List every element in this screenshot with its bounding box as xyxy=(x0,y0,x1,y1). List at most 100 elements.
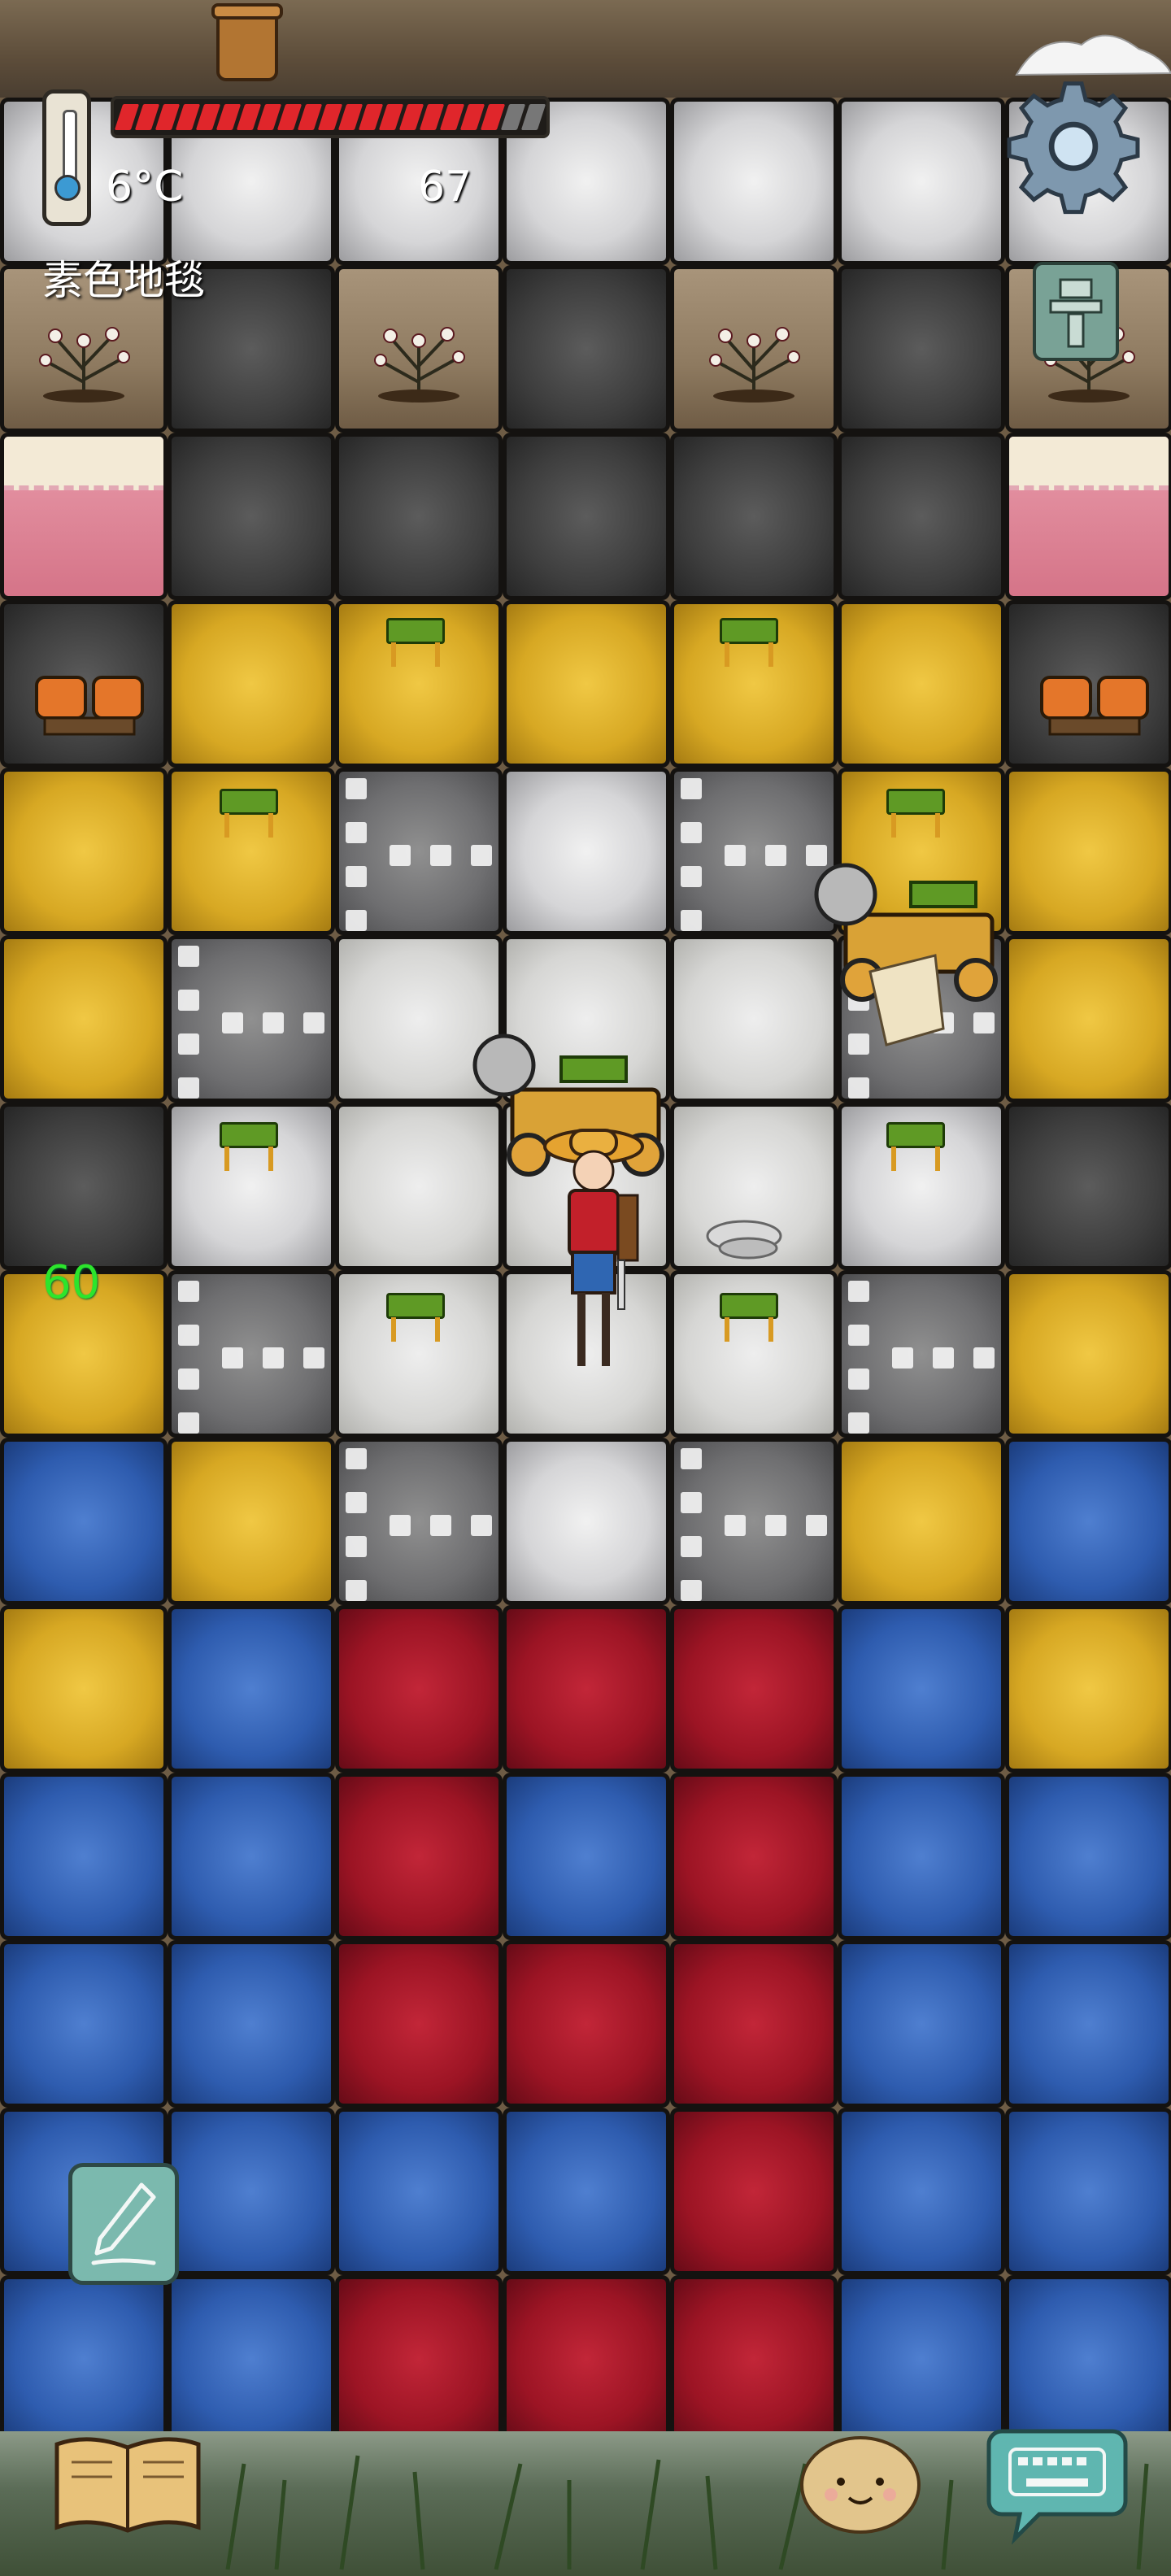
blue-carpet-tile[interactable] xyxy=(838,1940,1005,2108)
blue-carpet-tile[interactable] xyxy=(1005,1438,1171,1605)
dark-carpet-tile[interactable] xyxy=(503,433,670,600)
red-carpet-tile[interactable] xyxy=(670,2108,838,2275)
stone-floor-tile[interactable] xyxy=(670,98,838,265)
blue-carpet-tile[interactable] xyxy=(838,1773,1005,1940)
blue-carpet-tile[interactable] xyxy=(335,2108,503,2275)
player-character[interactable] xyxy=(537,1122,651,1382)
dark-carpet-tile[interactable] xyxy=(503,265,670,433)
stone-floor-tile[interactable] xyxy=(503,1438,670,1605)
dark-carpet-tile[interactable] xyxy=(0,1103,168,1270)
yellow-carpet-tile[interactable] xyxy=(168,1438,335,1605)
dark-carpet-tile[interactable] xyxy=(670,433,838,600)
road-marking xyxy=(674,1442,834,1601)
red-carpet-tile[interactable] xyxy=(670,1605,838,1773)
yellow-carpet-tile[interactable] xyxy=(0,1605,168,1773)
light-floor-tile[interactable] xyxy=(670,935,838,1103)
green-crate-icon[interactable] xyxy=(386,618,445,670)
green-crate-icon[interactable] xyxy=(220,1122,278,1174)
yellow-carpet-tile[interactable] xyxy=(1005,1605,1171,1773)
grey-road-tile[interactable] xyxy=(838,935,1005,1103)
yellow-carpet-tile[interactable] xyxy=(0,935,168,1103)
pencil-button[interactable] xyxy=(68,2163,179,2285)
red-carpet-tile[interactable] xyxy=(670,2275,838,2443)
stone-floor-tile[interactable] xyxy=(838,98,1005,265)
tech-tree-button[interactable] xyxy=(1033,262,1119,361)
yellow-carpet-tile[interactable] xyxy=(503,600,670,768)
yellow-carpet-tile[interactable] xyxy=(168,600,335,768)
grey-road-tile[interactable] xyxy=(670,1438,838,1605)
red-carpet-tile[interactable] xyxy=(335,1940,503,2108)
blue-carpet-tile[interactable] xyxy=(0,1773,168,1940)
blue-carpet-tile[interactable] xyxy=(838,2108,1005,2275)
light-floor-tile[interactable] xyxy=(503,935,670,1103)
road-marking xyxy=(842,939,1001,1099)
stove-tile[interactable] xyxy=(1005,600,1171,768)
yellow-carpet-tile[interactable] xyxy=(838,1438,1005,1605)
red-carpet-tile[interactable] xyxy=(670,1940,838,2108)
grey-road-tile[interactable] xyxy=(670,768,838,935)
blue-carpet-tile[interactable] xyxy=(1005,1773,1171,1940)
blue-carpet-tile[interactable] xyxy=(1005,2108,1171,2275)
green-crate-icon[interactable] xyxy=(220,789,278,841)
pink-stall-tile[interactable] xyxy=(1005,433,1171,600)
blue-carpet-tile[interactable] xyxy=(168,1940,335,2108)
blue-carpet-tile[interactable] xyxy=(0,1940,168,2108)
stove-tile[interactable] xyxy=(0,600,168,768)
light-floor-tile[interactable] xyxy=(670,1103,838,1270)
blue-carpet-tile[interactable] xyxy=(168,1605,335,1773)
blue-carpet-tile[interactable] xyxy=(1005,2275,1171,2443)
yellow-carpet-tile[interactable] xyxy=(1005,768,1171,935)
yellow-carpet-tile[interactable] xyxy=(838,600,1005,768)
potato-face-icon[interactable] xyxy=(799,2433,922,2535)
yellow-carpet-tile[interactable] xyxy=(1005,1270,1171,1438)
red-carpet-tile[interactable] xyxy=(335,2275,503,2443)
blue-carpet-tile[interactable] xyxy=(168,1773,335,1940)
pink-stall-tile[interactable] xyxy=(0,433,168,600)
dark-carpet-tile[interactable] xyxy=(1005,1103,1171,1270)
book-icon[interactable] xyxy=(49,2430,207,2537)
red-carpet-tile[interactable] xyxy=(335,1605,503,1773)
red-carpet-tile[interactable] xyxy=(503,1940,670,2108)
grey-road-tile[interactable] xyxy=(168,935,335,1103)
keyboard-icon[interactable] xyxy=(986,2423,1129,2545)
road-marking xyxy=(339,1442,498,1601)
blue-carpet-tile[interactable] xyxy=(503,2108,670,2275)
red-carpet-tile[interactable] xyxy=(335,1773,503,1940)
blue-carpet-tile[interactable] xyxy=(503,1773,670,1940)
grey-road-tile[interactable] xyxy=(335,1438,503,1605)
grey-road-tile[interactable] xyxy=(838,1270,1005,1438)
game-viewport[interactable]: 6°C 67 素色地毯 60 xyxy=(0,0,1171,2576)
yellow-carpet-tile[interactable] xyxy=(1005,935,1171,1103)
blue-carpet-tile[interactable] xyxy=(168,2108,335,2275)
blue-carpet-tile[interactable] xyxy=(838,2275,1005,2443)
health-bar xyxy=(111,96,550,138)
dark-carpet-tile[interactable] xyxy=(168,433,335,600)
red-carpet-tile[interactable] xyxy=(503,1605,670,1773)
blue-carpet-tile[interactable] xyxy=(168,2275,335,2443)
blue-carpet-tile[interactable] xyxy=(838,1605,1005,1773)
dark-carpet-tile[interactable] xyxy=(838,433,1005,600)
blue-carpet-tile[interactable] xyxy=(1005,1940,1171,2108)
red-carpet-tile[interactable] xyxy=(670,1773,838,1940)
dark-carpet-tile[interactable] xyxy=(335,433,503,600)
awning xyxy=(4,437,163,490)
rose-bush-icon xyxy=(39,327,130,402)
light-floor-tile[interactable] xyxy=(335,1103,503,1270)
blue-carpet-tile[interactable] xyxy=(0,1438,168,1605)
light-floor-tile[interactable] xyxy=(335,935,503,1103)
green-crate-icon[interactable] xyxy=(386,1293,445,1345)
green-crate-icon[interactable] xyxy=(886,789,945,841)
green-crate-icon[interactable] xyxy=(720,1293,778,1345)
grey-road-tile[interactable] xyxy=(168,1270,335,1438)
green-crate-icon[interactable] xyxy=(886,1122,945,1174)
garden-bed-tile[interactable] xyxy=(335,265,503,433)
red-carpet-tile[interactable] xyxy=(503,2275,670,2443)
green-crate-icon[interactable] xyxy=(720,618,778,670)
dark-carpet-tile[interactable] xyxy=(838,265,1005,433)
garden-bed-tile[interactable] xyxy=(670,265,838,433)
stone-floor-tile[interactable] xyxy=(503,768,670,935)
yellow-carpet-tile[interactable] xyxy=(0,768,168,935)
grey-road-tile[interactable] xyxy=(335,768,503,935)
gear-icon[interactable] xyxy=(1005,78,1142,215)
blue-carpet-tile[interactable] xyxy=(0,2275,168,2443)
